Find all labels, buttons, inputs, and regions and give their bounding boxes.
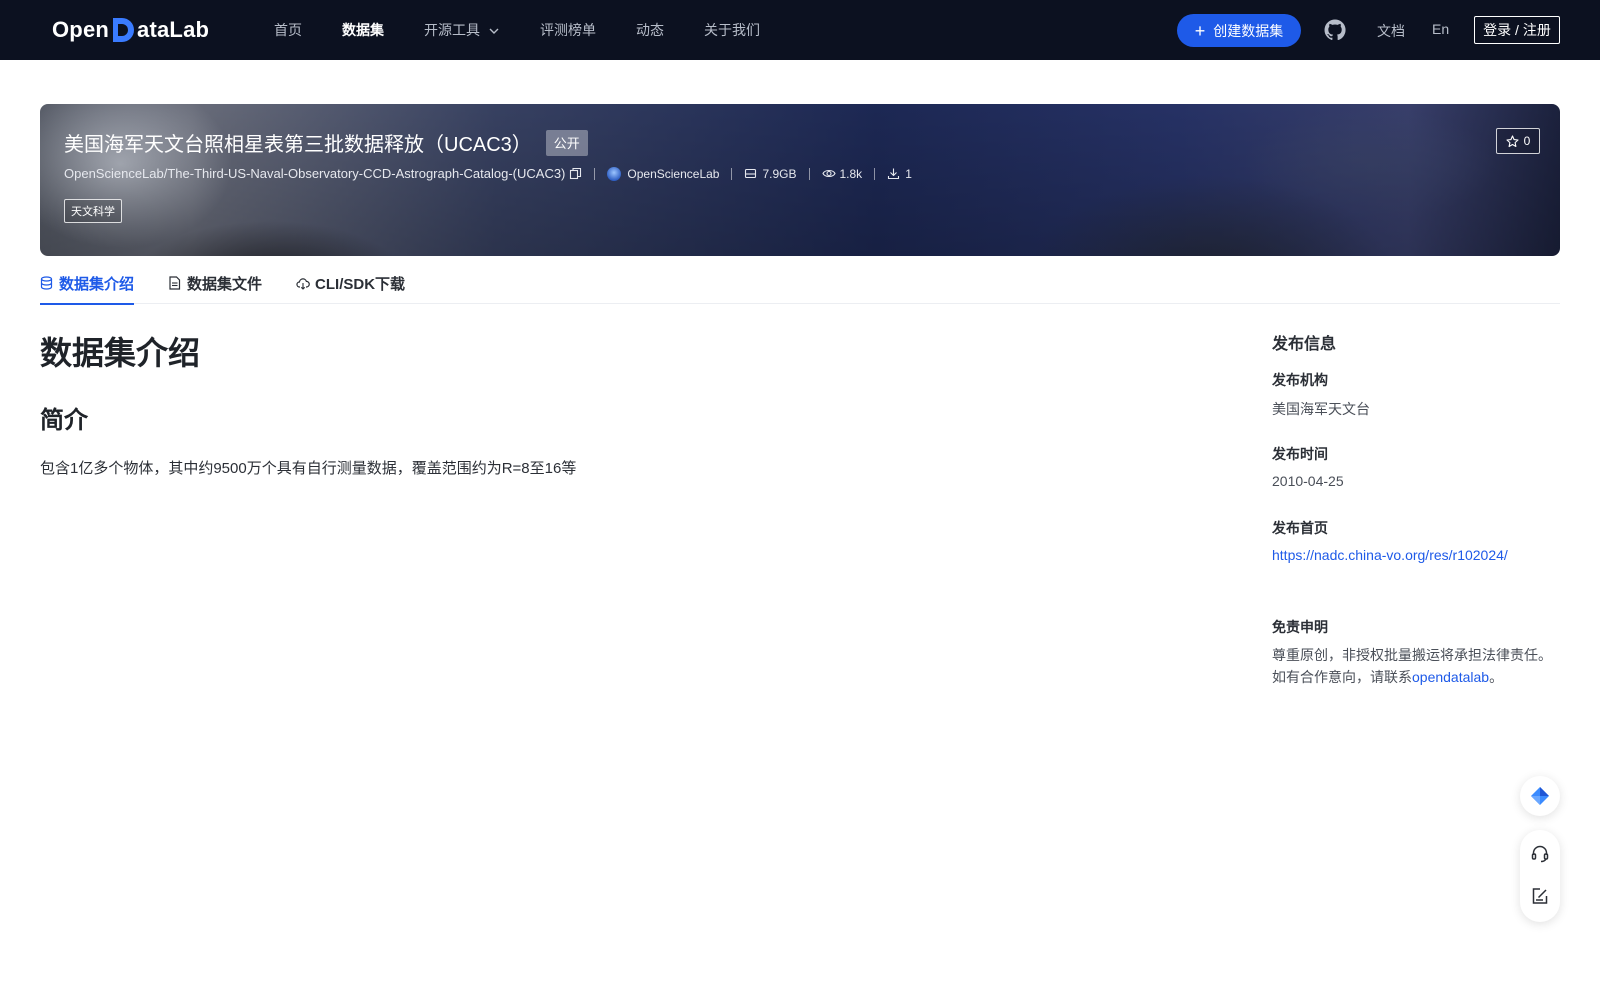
dataset-tabs: 数据集介绍 数据集文件 CLI/SDK下载: [40, 262, 1560, 305]
contact-link[interactable]: opendatalab: [1412, 669, 1489, 685]
page-heading: 数据集介绍: [40, 335, 201, 371]
nav-home[interactable]: 首页: [274, 20, 302, 40]
assistant-icon: [1528, 784, 1552, 808]
nav-news-label: 动态: [636, 22, 664, 38]
create-dataset-label: 创建数据集: [1213, 22, 1284, 39]
nav-datasets[interactable]: 数据集: [342, 20, 384, 40]
logo-text-right: ataLab: [137, 17, 210, 42]
meta-separator: [874, 167, 876, 180]
nav-news[interactable]: 动态: [636, 20, 664, 40]
docs-link[interactable]: 文档: [1377, 21, 1405, 41]
tab-files[interactable]: 数据集文件: [168, 262, 262, 304]
disclaimer-label: 免责申明: [1272, 619, 1328, 635]
language-switch[interactable]: En: [1432, 21, 1449, 37]
tab-files-label: 数据集文件: [187, 275, 263, 293]
disclaimer-text: 尊重原创，非授权批量搬运将承担法律责任。 如有合作意向，请联系opendatal…: [1272, 644, 1572, 688]
meta-separator: [808, 167, 810, 180]
nav-home-label: 首页: [274, 22, 302, 38]
dataset-size: 7.9GB: [762, 166, 797, 181]
create-dataset-button[interactable]: + 创建数据集: [1177, 14, 1301, 47]
tab-intro[interactable]: 数据集介绍: [40, 262, 135, 305]
dataset-description: 包含1亿多个物体，其中约9500万个具有自行测量数据，覆盖范围约为R=8至16等: [40, 460, 577, 477]
category-tag[interactable]: 天文科学: [64, 199, 122, 223]
meta-separator: [731, 167, 733, 180]
tab-intro-label: 数据集介绍: [59, 275, 135, 293]
nav-about-label: 关于我们: [704, 22, 760, 38]
ai-assistant-button[interactable]: [1520, 776, 1560, 816]
dataset-meta-row: OpenScienceLab/The-Third-US-Naval-Observ…: [64, 166, 912, 181]
meta-separator: [594, 167, 596, 180]
main-nav: 首页 数据集 开源工具 评测榜单 动态 关于我们: [274, 0, 800, 60]
nav-tools[interactable]: 开源工具: [424, 20, 500, 40]
publish-time-value: 2010-04-25: [1272, 473, 1344, 489]
tab-cli-sdk[interactable]: CLI/SDK下载: [296, 262, 405, 304]
star-icon: [1506, 134, 1519, 148]
headset-icon[interactable]: [1530, 844, 1550, 864]
support-toolbar: [1520, 830, 1560, 922]
publisher-label: 发布机构: [1272, 372, 1328, 388]
owner-avatar: [607, 166, 622, 181]
nav-tools-label: 开源工具: [424, 22, 480, 38]
nav-about[interactable]: 关于我们: [704, 20, 760, 40]
tab-cli-sdk-label: CLI/SDK下载: [315, 275, 406, 293]
download-count: 1: [905, 166, 912, 181]
download-icon: [887, 167, 900, 180]
cloud-icon: [296, 276, 310, 290]
star-button[interactable]: 0: [1496, 128, 1540, 154]
copy-icon[interactable]: [569, 167, 582, 180]
disclaimer-line-2: 如有合作意向，请联系opendatalab。: [1272, 666, 1572, 688]
publisher-value: 美国海军天文台: [1272, 401, 1370, 417]
database-icon: [40, 276, 53, 290]
homepage-link[interactable]: https://nadc.china-vo.org/res/r102024/: [1272, 547, 1508, 563]
disclaimer-line-1: 尊重原创，非授权批量搬运将承担法律责任。: [1272, 647, 1552, 663]
logo-text-left: Open: [52, 17, 110, 42]
publish-info-panel: 发布信息 发布机构 美国海军天文台 发布时间 2010-04-25 发布首页 h…: [1272, 330, 1562, 685]
visibility-badge: 公开: [545, 129, 588, 156]
nav-datasets-label: 数据集: [342, 22, 384, 38]
repo-path: OpenScienceLab/The-Third-US-Naval-Observ…: [64, 166, 566, 181]
nav-leaderboard[interactable]: 评测榜单: [540, 20, 596, 40]
eye-icon: [821, 167, 836, 180]
github-icon[interactable]: [1323, 18, 1347, 42]
database-icon: [744, 167, 757, 180]
nav-leaderboard-label: 评测榜单: [540, 22, 596, 38]
file-icon: [168, 276, 181, 290]
logo-d-icon: [110, 16, 136, 44]
disclaimer-suffix: 。: [1489, 669, 1504, 685]
star-count: 0: [1523, 134, 1531, 148]
section-heading: 简介: [40, 407, 88, 434]
publish-info-title: 发布信息: [1272, 336, 1337, 353]
dataset-title-row: 美国海军天文台照相星表第三批数据释放（UCAC3） 公开: [64, 128, 588, 157]
owner-name[interactable]: OpenScienceLab: [627, 167, 719, 181]
disclaimer-prefix: 如有合作意向，请联系: [1272, 669, 1412, 685]
dataset-title: 美国海军天文台照相星表第三批数据释放（UCAC3）: [64, 134, 532, 156]
opendatalab-logo[interactable]: Open ataLab: [52, 14, 209, 46]
plus-icon: +: [1194, 20, 1206, 41]
login-register-button[interactable]: 登录 / 注册: [1474, 16, 1560, 44]
top-navbar: Open ataLab 首页 数据集 开源工具 评测榜单 动态 关于我们 + 创…: [0, 0, 1600, 60]
publish-time-label: 发布时间: [1272, 446, 1328, 462]
feedback-icon[interactable]: [1530, 886, 1550, 906]
view-count: 1.8k: [839, 166, 863, 181]
homepage-label: 发布首页: [1272, 520, 1328, 536]
dataset-banner: 美国海军天文台照相星表第三批数据释放（UCAC3） 公开 OpenScience…: [40, 104, 1560, 256]
chevron-down-icon: [488, 24, 500, 36]
